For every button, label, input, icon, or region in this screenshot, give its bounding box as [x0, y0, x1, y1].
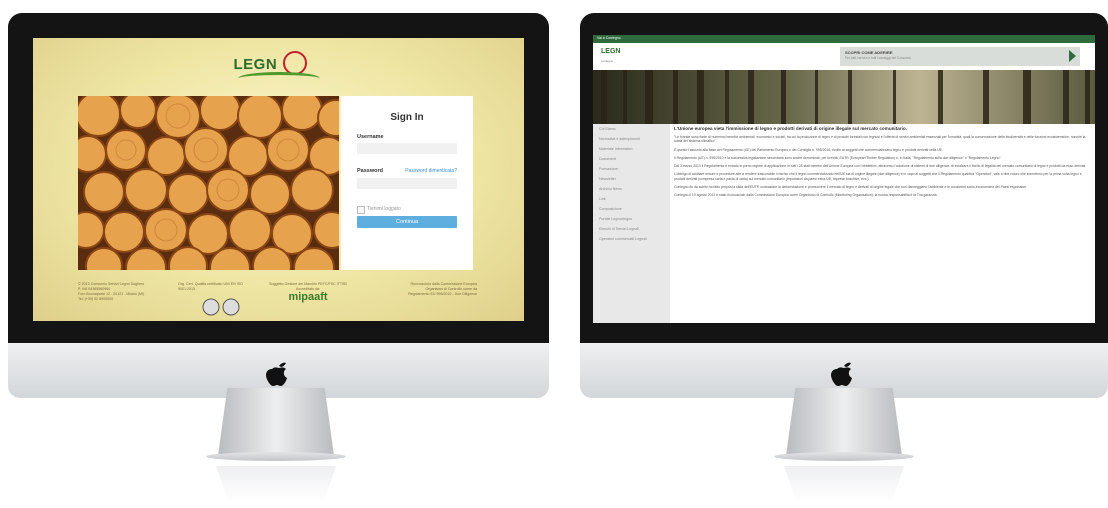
goto-conlegno-link[interactable]: Vai a Conlegno: [597, 36, 621, 40]
paragraph: È questo l'assunto alla base del Regolam…: [674, 147, 943, 152]
page-heading: L'Unione europea vieta l'immissione di l…: [674, 126, 907, 131]
wood-logs-image: [78, 96, 339, 270]
footer-certification: Org. Cert. Qualità certificato UNI EN IS…: [178, 282, 258, 318]
sidebar-item[interactable]: Materiale Informativo: [593, 144, 670, 154]
sidebar-item[interactable]: Documenti: [593, 154, 670, 164]
arrow-right-icon: [1069, 50, 1076, 62]
join-banner[interactable]: SCOPRI COME ADERIRE Per tutti i servizi …: [840, 47, 1080, 66]
paragraph: Dal 3 marzo 2013 il Regolamento è entrat…: [674, 164, 1087, 169]
password-input[interactable]: [357, 178, 457, 189]
sidebar-item[interactable]: Portale Legnoelegno: [593, 214, 670, 224]
sidebar-item[interactable]: Link: [593, 194, 670, 204]
sign-in-title: Sign In: [390, 112, 424, 123]
paragraph: L'obbligo di adottare misure e procedure…: [674, 172, 1082, 181]
screen-info-page: Vai a Conlegno LEGN conlegno SCOPRI COME…: [593, 35, 1095, 323]
footer-company-info: © 2013 Consorzio Servizi Legno Sughero P…: [78, 282, 145, 301]
remember-me-checkbox[interactable]: [357, 206, 365, 214]
mipaaft-logo: mipaaft: [288, 291, 328, 303]
apple-logo-icon: [831, 362, 852, 386]
display-bezel: LEGN Sign In Username Password Password …: [8, 13, 549, 343]
screen-login-page: LEGN Sign In Username Password Password …: [33, 38, 524, 321]
sidebar-item[interactable]: Newsletter: [593, 174, 670, 184]
sidebar-item[interactable]: Formazione: [593, 164, 670, 174]
imac-left: LEGN Sign In Username Password Password …: [8, 13, 549, 398]
sidebar-item[interactable]: Elenchi di Servizi Legnali: [593, 224, 670, 234]
imac-right: Vai a Conlegno LEGN conlegno SCOPRI COME…: [580, 13, 1108, 398]
site-header: LEGN conlegno SCOPRI COME ADERIRE Per tu…: [593, 43, 1095, 70]
sidebar-item[interactable]: Operatori commerciali Legnali: [593, 234, 670, 244]
sign-in-panel: Sign In Username Password Password dimen…: [341, 96, 473, 270]
imac-stand-right: [786, 388, 902, 456]
legno-logo: LEGN: [601, 48, 621, 55]
username-input[interactable]: [357, 143, 457, 154]
sidebar-item[interactable]: Normativa e adempimenti: [593, 134, 670, 144]
forest-header-image: [593, 70, 1095, 124]
imac-stand-base-right: [774, 452, 914, 461]
sidebar-menu: Chi Siamo Normativa e adempimenti Materi…: [593, 124, 670, 323]
username-label: Username: [357, 134, 384, 140]
legno-logo: LEGN: [234, 51, 324, 85]
footer-accreditation: Soggetto Gestore del Marchio PEFC/FSC IT…: [269, 282, 347, 303]
top-bar: Vai a Conlegno: [593, 35, 1095, 43]
main-content: L'Unione europea vieta l'immissione di l…: [674, 126, 1091, 323]
paragraph: "Le foreste sono fonte di numerosi benef…: [674, 135, 1086, 144]
remember-me-label: Tienimi loggato: [367, 206, 401, 212]
sidebar-item[interactable]: Archivio News: [593, 184, 670, 194]
paragraph: Conlegno fin da subito ha fatto propria …: [674, 185, 1028, 190]
display-bezel: Vai a Conlegno LEGN conlegno SCOPRI COME…: [580, 13, 1108, 343]
forgot-password-link[interactable]: Password dimenticata?: [405, 168, 457, 174]
paragraph: Il Regolamento (UE) n. 995/2010 e la suc…: [674, 155, 1002, 160]
password-label: Password: [357, 168, 383, 174]
imac-stand-base-left: [206, 452, 346, 461]
footer-eu-recognition: Riconosciuto dalla Commissione Europea O…: [408, 282, 477, 296]
sidebar-item[interactable]: Composizione: [593, 204, 670, 214]
imac-stand-left: [218, 388, 334, 456]
apple-logo-icon: [265, 362, 287, 386]
certification-seals-icon: [202, 298, 240, 316]
sidebar-item[interactable]: Chi Siamo: [593, 124, 670, 134]
continue-button[interactable]: Continua: [357, 216, 457, 228]
paragraph: Conlegno il 19 agosto 2013 è stato ricon…: [674, 193, 938, 198]
